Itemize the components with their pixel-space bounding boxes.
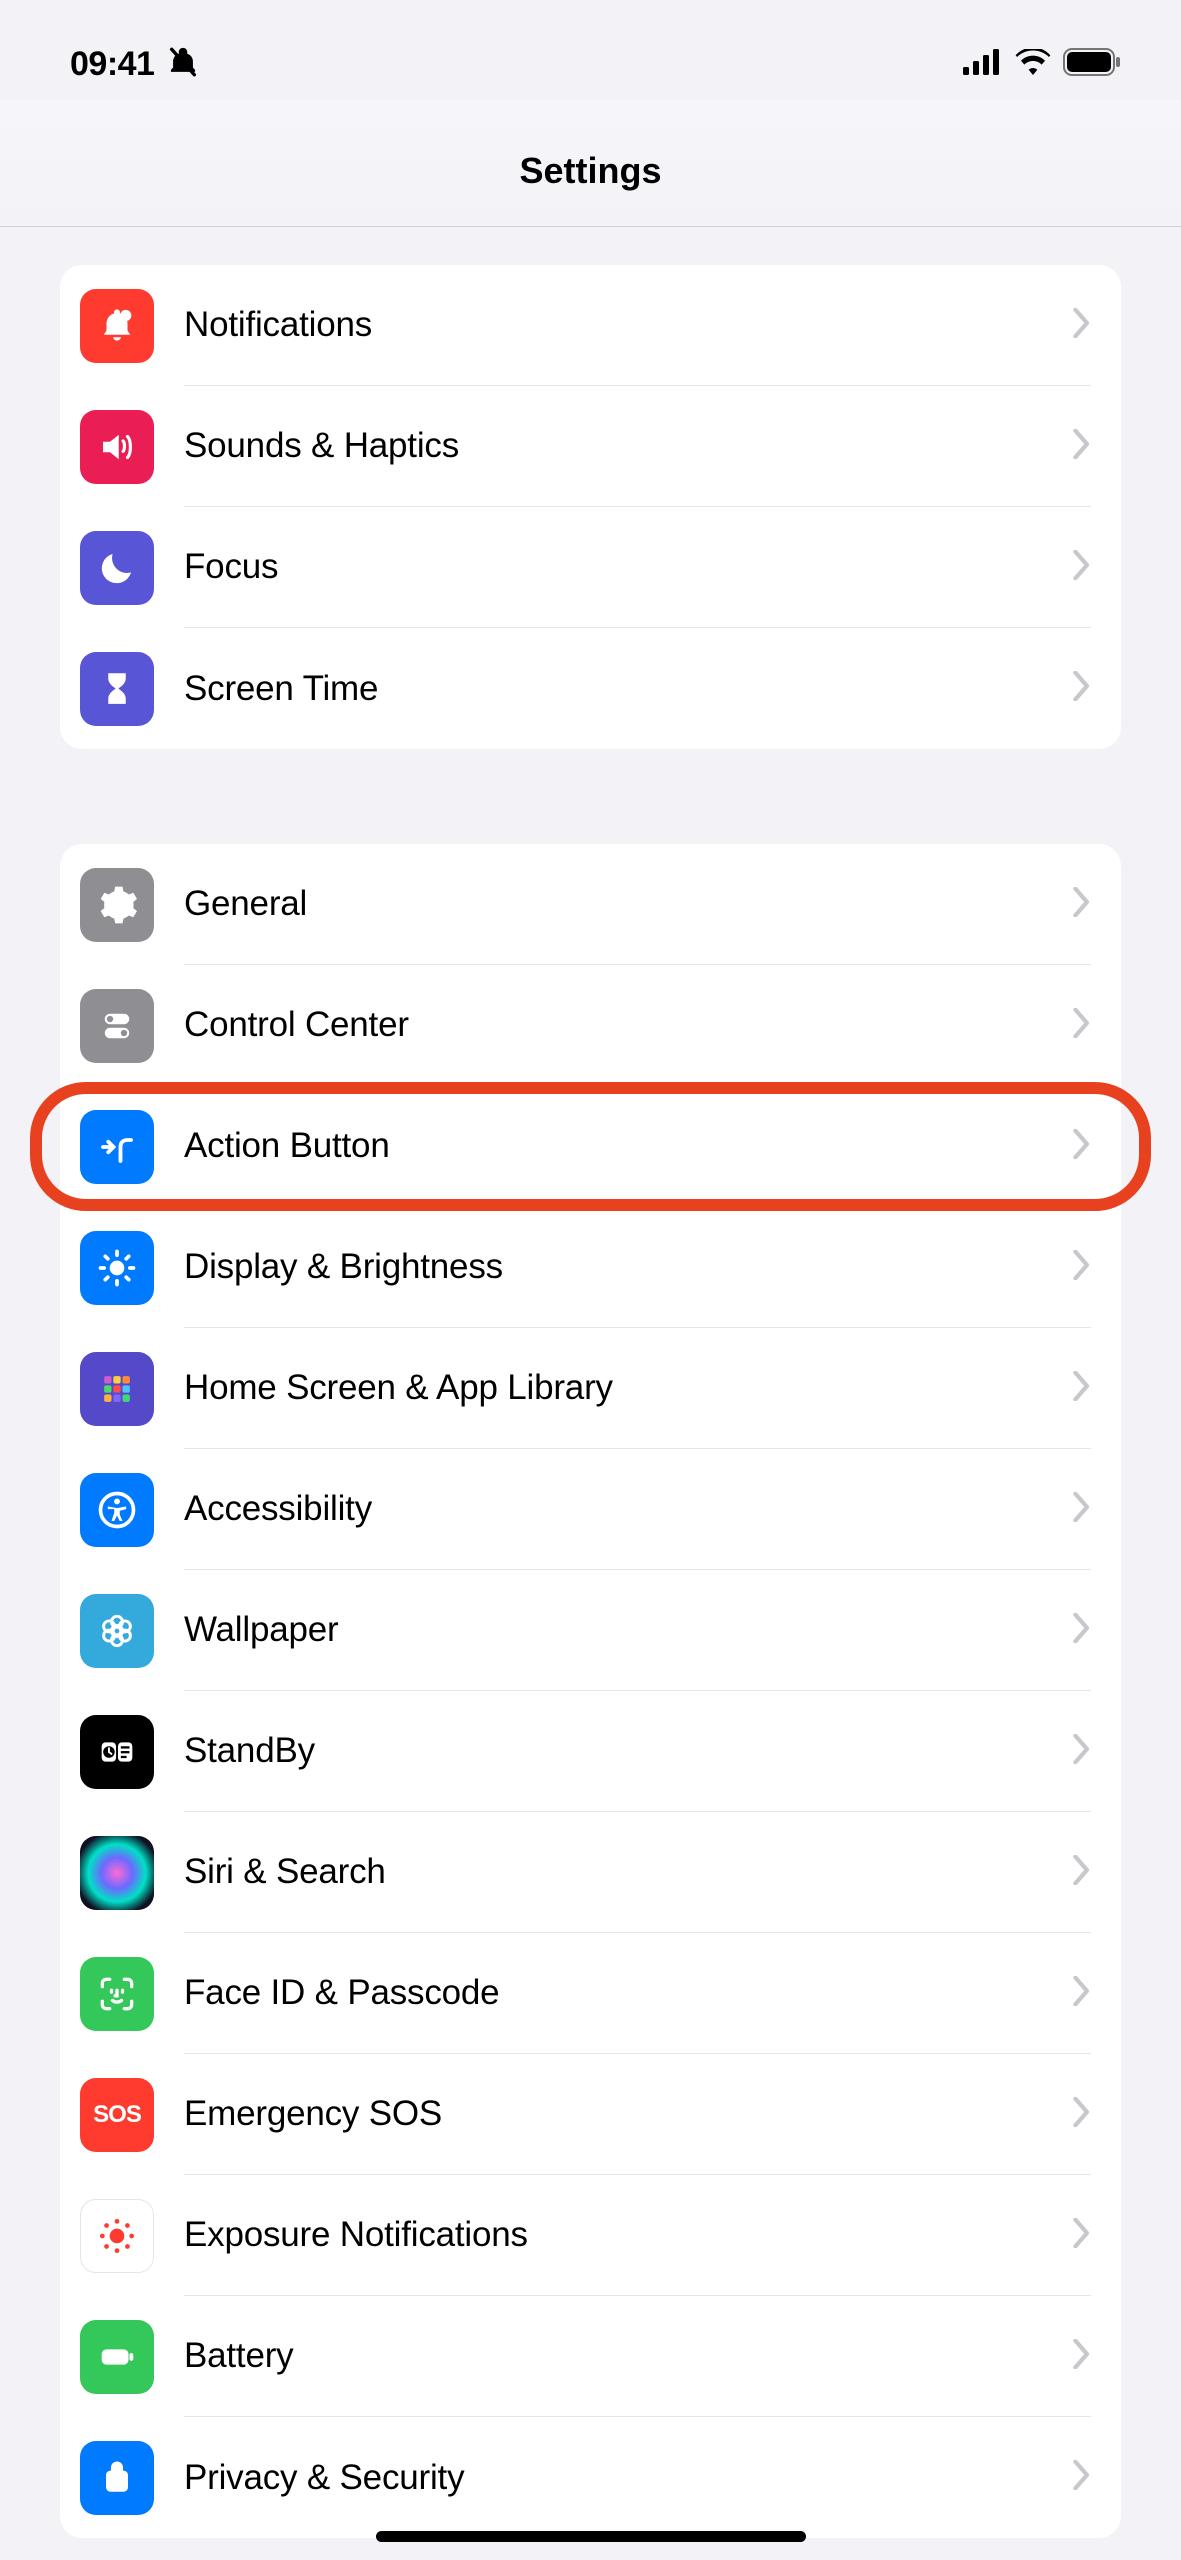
sos-icon: SOS [80, 2078, 154, 2152]
row-label: General [184, 884, 1073, 924]
chevron-right-icon [1073, 1976, 1091, 2011]
status-left: 09:41 [70, 45, 200, 84]
chevron-right-icon [1073, 1734, 1091, 1769]
page-title: Settings [0, 100, 1181, 227]
chevron-right-icon [1073, 1855, 1091, 1890]
faceid-icon [80, 1957, 154, 2031]
settings-group-1: Notifications Sounds & Haptics Focus [60, 265, 1121, 749]
settings-group-2: General Control Center Action Button [60, 844, 1121, 2538]
row-faceid[interactable]: Face ID & Passcode [60, 1933, 1121, 2054]
row-label: Control Center [184, 1005, 1073, 1045]
row-standby[interactable]: StandBy [60, 1691, 1121, 1812]
chevron-right-icon [1073, 550, 1091, 585]
row-label: Siri & Search [184, 1852, 1073, 1892]
settings-content: Notifications Sounds & Haptics Focus [0, 265, 1181, 2538]
row-label: Action Button [184, 1126, 1073, 1166]
row-label: Accessibility [184, 1489, 1073, 1529]
row-display[interactable]: Display & Brightness [60, 1207, 1121, 1328]
row-home-screen[interactable]: Home Screen & App Library [60, 1328, 1121, 1449]
row-sos[interactable]: SOS Emergency SOS [60, 2054, 1121, 2175]
home-indicator[interactable] [376, 2531, 806, 2542]
row-label: Home Screen & App Library [184, 1368, 1073, 1408]
wifi-icon [1015, 49, 1051, 80]
status-bar: 09:41 [0, 0, 1181, 100]
row-label: Face ID & Passcode [184, 1973, 1073, 2013]
row-label: Notifications [184, 305, 1073, 345]
row-exposure[interactable]: Exposure Notifications [60, 2175, 1121, 2296]
display-icon [80, 1231, 154, 1305]
silent-icon [166, 45, 200, 84]
home-screen-icon [80, 1352, 154, 1426]
chevron-right-icon [1073, 1492, 1091, 1527]
row-label: Sounds & Haptics [184, 426, 1073, 466]
chevron-right-icon [1073, 887, 1091, 922]
accessibility-icon [80, 1473, 154, 1547]
battery-icon [1063, 48, 1121, 81]
row-label: Battery [184, 2336, 1073, 2376]
row-focus[interactable]: Focus [60, 507, 1121, 628]
chevron-right-icon [1073, 1129, 1091, 1164]
row-label: Screen Time [184, 669, 1073, 709]
row-general[interactable]: General [60, 844, 1121, 965]
row-action-button[interactable]: Action Button [60, 1086, 1121, 1207]
exposure-icon [80, 2199, 154, 2273]
row-battery[interactable]: Battery [60, 2296, 1121, 2417]
status-right [963, 48, 1121, 81]
general-icon [80, 868, 154, 942]
cellular-icon [963, 49, 1003, 80]
sos-badge-text: SOS [93, 2101, 141, 2129]
status-time: 09:41 [70, 45, 154, 84]
standby-icon [80, 1715, 154, 1789]
row-screen-time[interactable]: Screen Time [60, 628, 1121, 749]
chevron-right-icon [1073, 671, 1091, 706]
focus-icon [80, 531, 154, 605]
chevron-right-icon [1073, 2460, 1091, 2495]
sounds-icon [80, 410, 154, 484]
row-sounds[interactable]: Sounds & Haptics [60, 386, 1121, 507]
row-wallpaper[interactable]: Wallpaper [60, 1570, 1121, 1691]
siri-icon [80, 1836, 154, 1910]
chevron-right-icon [1073, 2218, 1091, 2253]
notifications-icon [80, 289, 154, 363]
control-center-icon [80, 989, 154, 1063]
row-label: Display & Brightness [184, 1247, 1073, 1287]
row-accessibility[interactable]: Accessibility [60, 1449, 1121, 1570]
chevron-right-icon [1073, 429, 1091, 464]
row-label: Privacy & Security [184, 2458, 1073, 2498]
row-control-center[interactable]: Control Center [60, 965, 1121, 1086]
battery-icon [80, 2320, 154, 2394]
action-button-icon [80, 1110, 154, 1184]
chevron-right-icon [1073, 1371, 1091, 1406]
chevron-right-icon [1073, 2339, 1091, 2374]
chevron-right-icon [1073, 1613, 1091, 1648]
row-privacy[interactable]: Privacy & Security [60, 2417, 1121, 2538]
chevron-right-icon [1073, 1250, 1091, 1285]
privacy-icon [80, 2441, 154, 2515]
chevron-right-icon [1073, 308, 1091, 343]
row-label: Exposure Notifications [184, 2215, 1073, 2255]
row-label: Emergency SOS [184, 2094, 1073, 2134]
row-notifications[interactable]: Notifications [60, 265, 1121, 386]
row-label: StandBy [184, 1731, 1073, 1771]
wallpaper-icon [80, 1594, 154, 1668]
screen-time-icon [80, 652, 154, 726]
chevron-right-icon [1073, 1008, 1091, 1043]
row-label: Wallpaper [184, 1610, 1073, 1650]
row-label: Focus [184, 547, 1073, 587]
chevron-right-icon [1073, 2097, 1091, 2132]
row-siri[interactable]: Siri & Search [60, 1812, 1121, 1933]
